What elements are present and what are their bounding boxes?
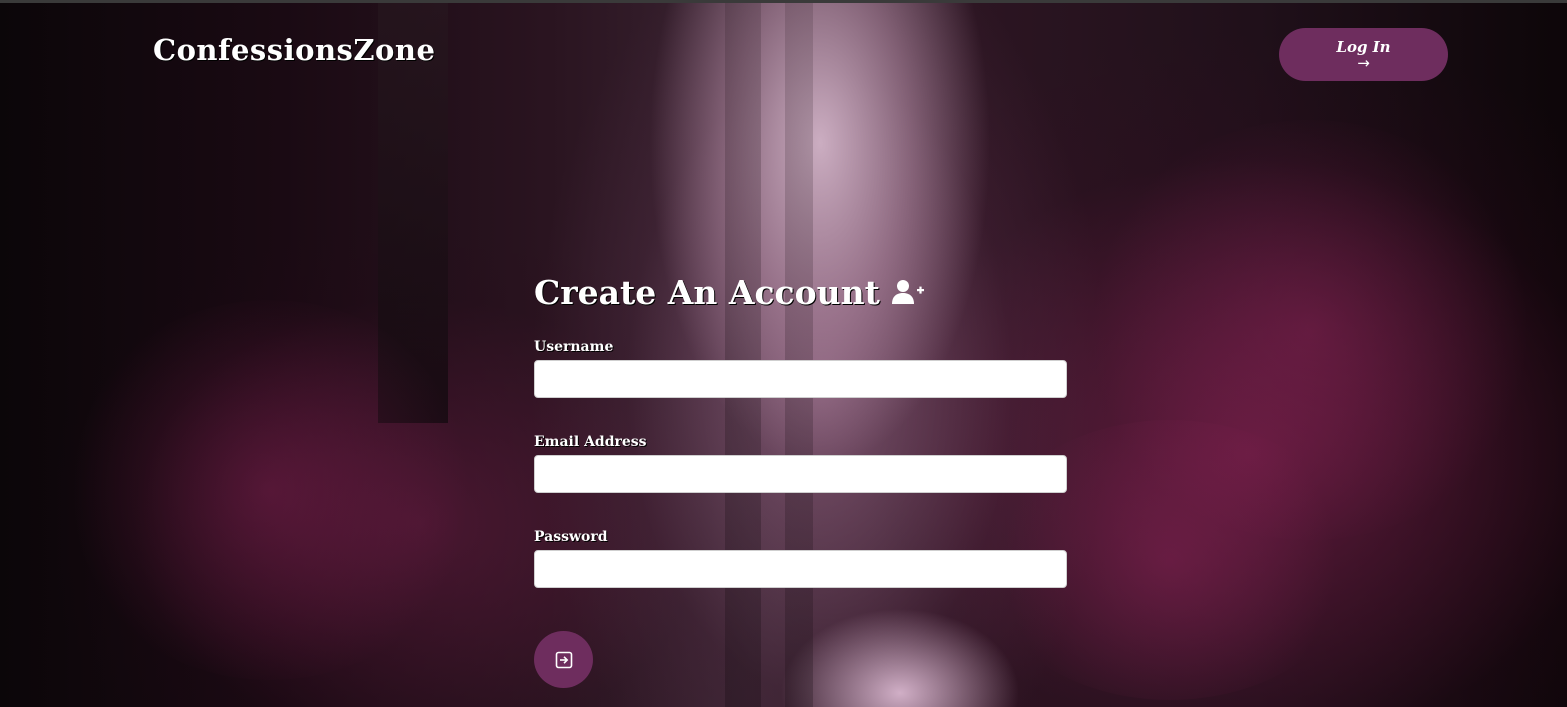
- email-input[interactable]: [534, 455, 1067, 493]
- form-title: Create An Account: [534, 268, 1067, 316]
- browser-top-edge: [0, 0, 1567, 3]
- arrow-right-icon: →: [1357, 53, 1370, 72]
- signup-form: Create An Account Username Email Address…: [534, 268, 1067, 588]
- username-input[interactable]: [534, 360, 1067, 398]
- site-logo[interactable]: ConfessionsZone: [153, 33, 435, 67]
- email-label: Email Address: [534, 434, 647, 450]
- user-plus-icon: [891, 279, 924, 305]
- username-group: Username: [534, 338, 1067, 398]
- password-label: Password: [534, 529, 608, 545]
- login-button[interactable]: Log In →: [1279, 28, 1448, 81]
- password-input[interactable]: [534, 550, 1067, 588]
- email-group: Email Address: [534, 433, 1067, 493]
- foliage: [60, 300, 480, 680]
- sign-in-icon: [555, 651, 572, 668]
- form-title-text: Create An Account: [534, 272, 880, 312]
- username-label: Username: [534, 339, 614, 355]
- submit-button[interactable]: [534, 631, 593, 688]
- password-group: Password: [534, 528, 1067, 588]
- login-button-label: Log In: [1336, 37, 1391, 56]
- signup-page: ConfessionsZone Log In → Create An Accou…: [0, 0, 1567, 707]
